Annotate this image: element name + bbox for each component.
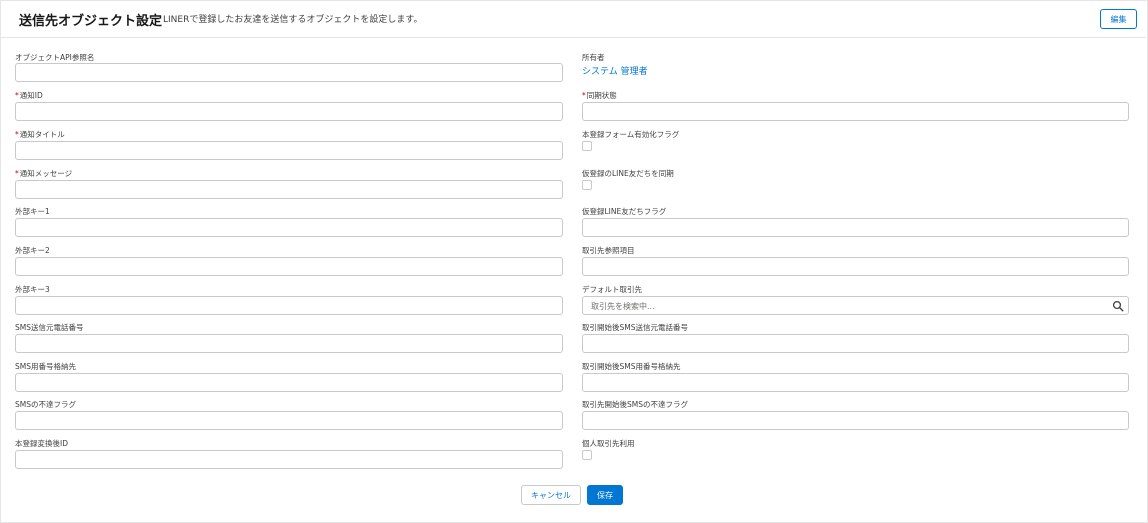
label-sync-status: *同期状態 <box>582 91 617 101</box>
label-sms-number-store: SMS用番号格納先 <box>15 362 76 372</box>
label-text: 本登録変換後ID <box>15 439 68 448</box>
converted-id-input[interactable] <box>15 450 563 469</box>
label-text: SMS用番号格納先 <box>15 362 76 371</box>
label-account-ref: 取引先参照項目 <box>582 246 635 256</box>
search-icon[interactable] <box>1112 300 1124 312</box>
sms-undelivered-flag-input[interactable] <box>15 411 563 430</box>
label-post-sms-undelivered: 取引先開始後SMSの不達フラグ <box>582 400 688 410</box>
sync-status-input[interactable] <box>582 102 1129 121</box>
label-text: 本登録フォーム有効化フラグ <box>582 130 680 139</box>
label-text: 外部キー1 <box>15 207 50 216</box>
required-marker: * <box>15 169 19 178</box>
required-marker: * <box>582 91 586 100</box>
save-button[interactable]: 保存 <box>587 485 623 505</box>
label-text: 仮登録のLINE友だちを同期 <box>582 169 674 178</box>
owner-link[interactable]: システム 管理者 <box>582 64 648 77</box>
label-text: 通知タイトル <box>19 130 65 139</box>
label-provisional-flag: 仮登録LINE友だちフラグ <box>582 207 666 217</box>
notification-message-input[interactable] <box>15 180 563 199</box>
sms-from-number-input[interactable] <box>15 334 563 353</box>
sms-number-store-input[interactable] <box>15 373 563 392</box>
label-external-key-2: 外部キー2 <box>15 246 50 256</box>
external-key-3-input[interactable] <box>15 296 563 315</box>
page-title: 送信先オブジェクト設定 <box>19 14 163 29</box>
post-sms-undelivered-input[interactable] <box>582 411 1129 430</box>
label-text: 同期状態 <box>586 91 617 100</box>
label-text: 外部キー3 <box>15 285 50 294</box>
label-text: 取引開始後SMS送信元電話番号 <box>582 323 688 332</box>
label-notification-id: *通知ID <box>15 91 43 101</box>
main-form-flag-checkbox[interactable] <box>582 141 592 151</box>
provisional-flag-input[interactable] <box>582 218 1129 237</box>
label-text: オブジェクトAPI参照名 <box>15 53 95 62</box>
page-header: 送信先オブジェクト設定 LINERで登録したお友達を送信するオブジェクトを設定し… <box>0 0 1146 38</box>
default-account-lookup[interactable]: 取引先を検索中... <box>582 296 1129 315</box>
lookup-placeholder: 取引先を検索中... <box>591 302 655 311</box>
required-marker: * <box>15 130 19 139</box>
label-external-key-1: 外部キー1 <box>15 207 50 217</box>
personal-account-checkbox[interactable] <box>582 450 592 460</box>
label-sms-from-number: SMS送信元電話番号 <box>15 323 84 333</box>
label-text: 仮登録LINE友だちフラグ <box>582 207 667 216</box>
label-text: 所有者 <box>582 53 605 62</box>
label-text: 通知ID <box>19 91 43 100</box>
cancel-button[interactable]: キャンセル <box>521 485 581 505</box>
label-notification-title: *通知タイトル <box>15 130 65 140</box>
label-converted-id: 本登録変換後ID <box>15 439 68 449</box>
label-post-sms-from: 取引開始後SMS送信元電話番号 <box>582 323 688 333</box>
required-marker: * <box>15 91 19 100</box>
external-key-2-input[interactable] <box>15 257 563 276</box>
label-sms-undelivered-flag: SMSの不達フラグ <box>15 400 76 410</box>
label-text: デフォルト取引先 <box>582 285 642 294</box>
notification-id-input[interactable] <box>15 102 563 121</box>
label-sync-provisional: 仮登録のLINE友だちを同期 <box>582 169 674 179</box>
edit-button[interactable]: 編集 <box>1100 9 1137 29</box>
label-external-key-3: 外部キー3 <box>15 285 50 295</box>
external-key-1-input[interactable] <box>15 218 563 237</box>
label-text: 個人取引先利用 <box>582 439 635 448</box>
page-subtitle: LINERで登録したお友達を送信するオブジェクトを設定します。 <box>163 15 423 25</box>
object-api-name-input[interactable] <box>15 63 563 82</box>
label-main-form-flag: 本登録フォーム有効化フラグ <box>582 130 679 140</box>
label-object-api-name: オブジェクトAPI参照名 <box>15 53 94 63</box>
label-default-account: デフォルト取引先 <box>582 285 642 295</box>
account-ref-input[interactable] <box>582 257 1129 276</box>
label-text: 外部キー2 <box>15 246 50 255</box>
label-text: 通知メッセージ <box>19 169 73 178</box>
label-text: 取引先開始後SMSの不達フラグ <box>582 400 688 409</box>
notification-title-input[interactable] <box>15 141 563 160</box>
label-text: SMS送信元電話番号 <box>15 323 84 332</box>
label-text: 取引開始後SMS用番号格納先 <box>582 362 681 371</box>
label-notification-message: *通知メッセージ <box>15 169 72 179</box>
label-owner: 所有者 <box>582 53 605 63</box>
label-text: 取引先参照項目 <box>582 246 635 255</box>
post-sms-from-input[interactable] <box>582 334 1129 353</box>
post-sms-store-input[interactable] <box>582 373 1129 392</box>
label-personal-account: 個人取引先利用 <box>582 439 635 449</box>
label-post-sms-store: 取引開始後SMS用番号格納先 <box>582 362 681 372</box>
sync-provisional-checkbox[interactable] <box>582 180 592 190</box>
label-text: SMSの不達フラグ <box>15 400 76 409</box>
